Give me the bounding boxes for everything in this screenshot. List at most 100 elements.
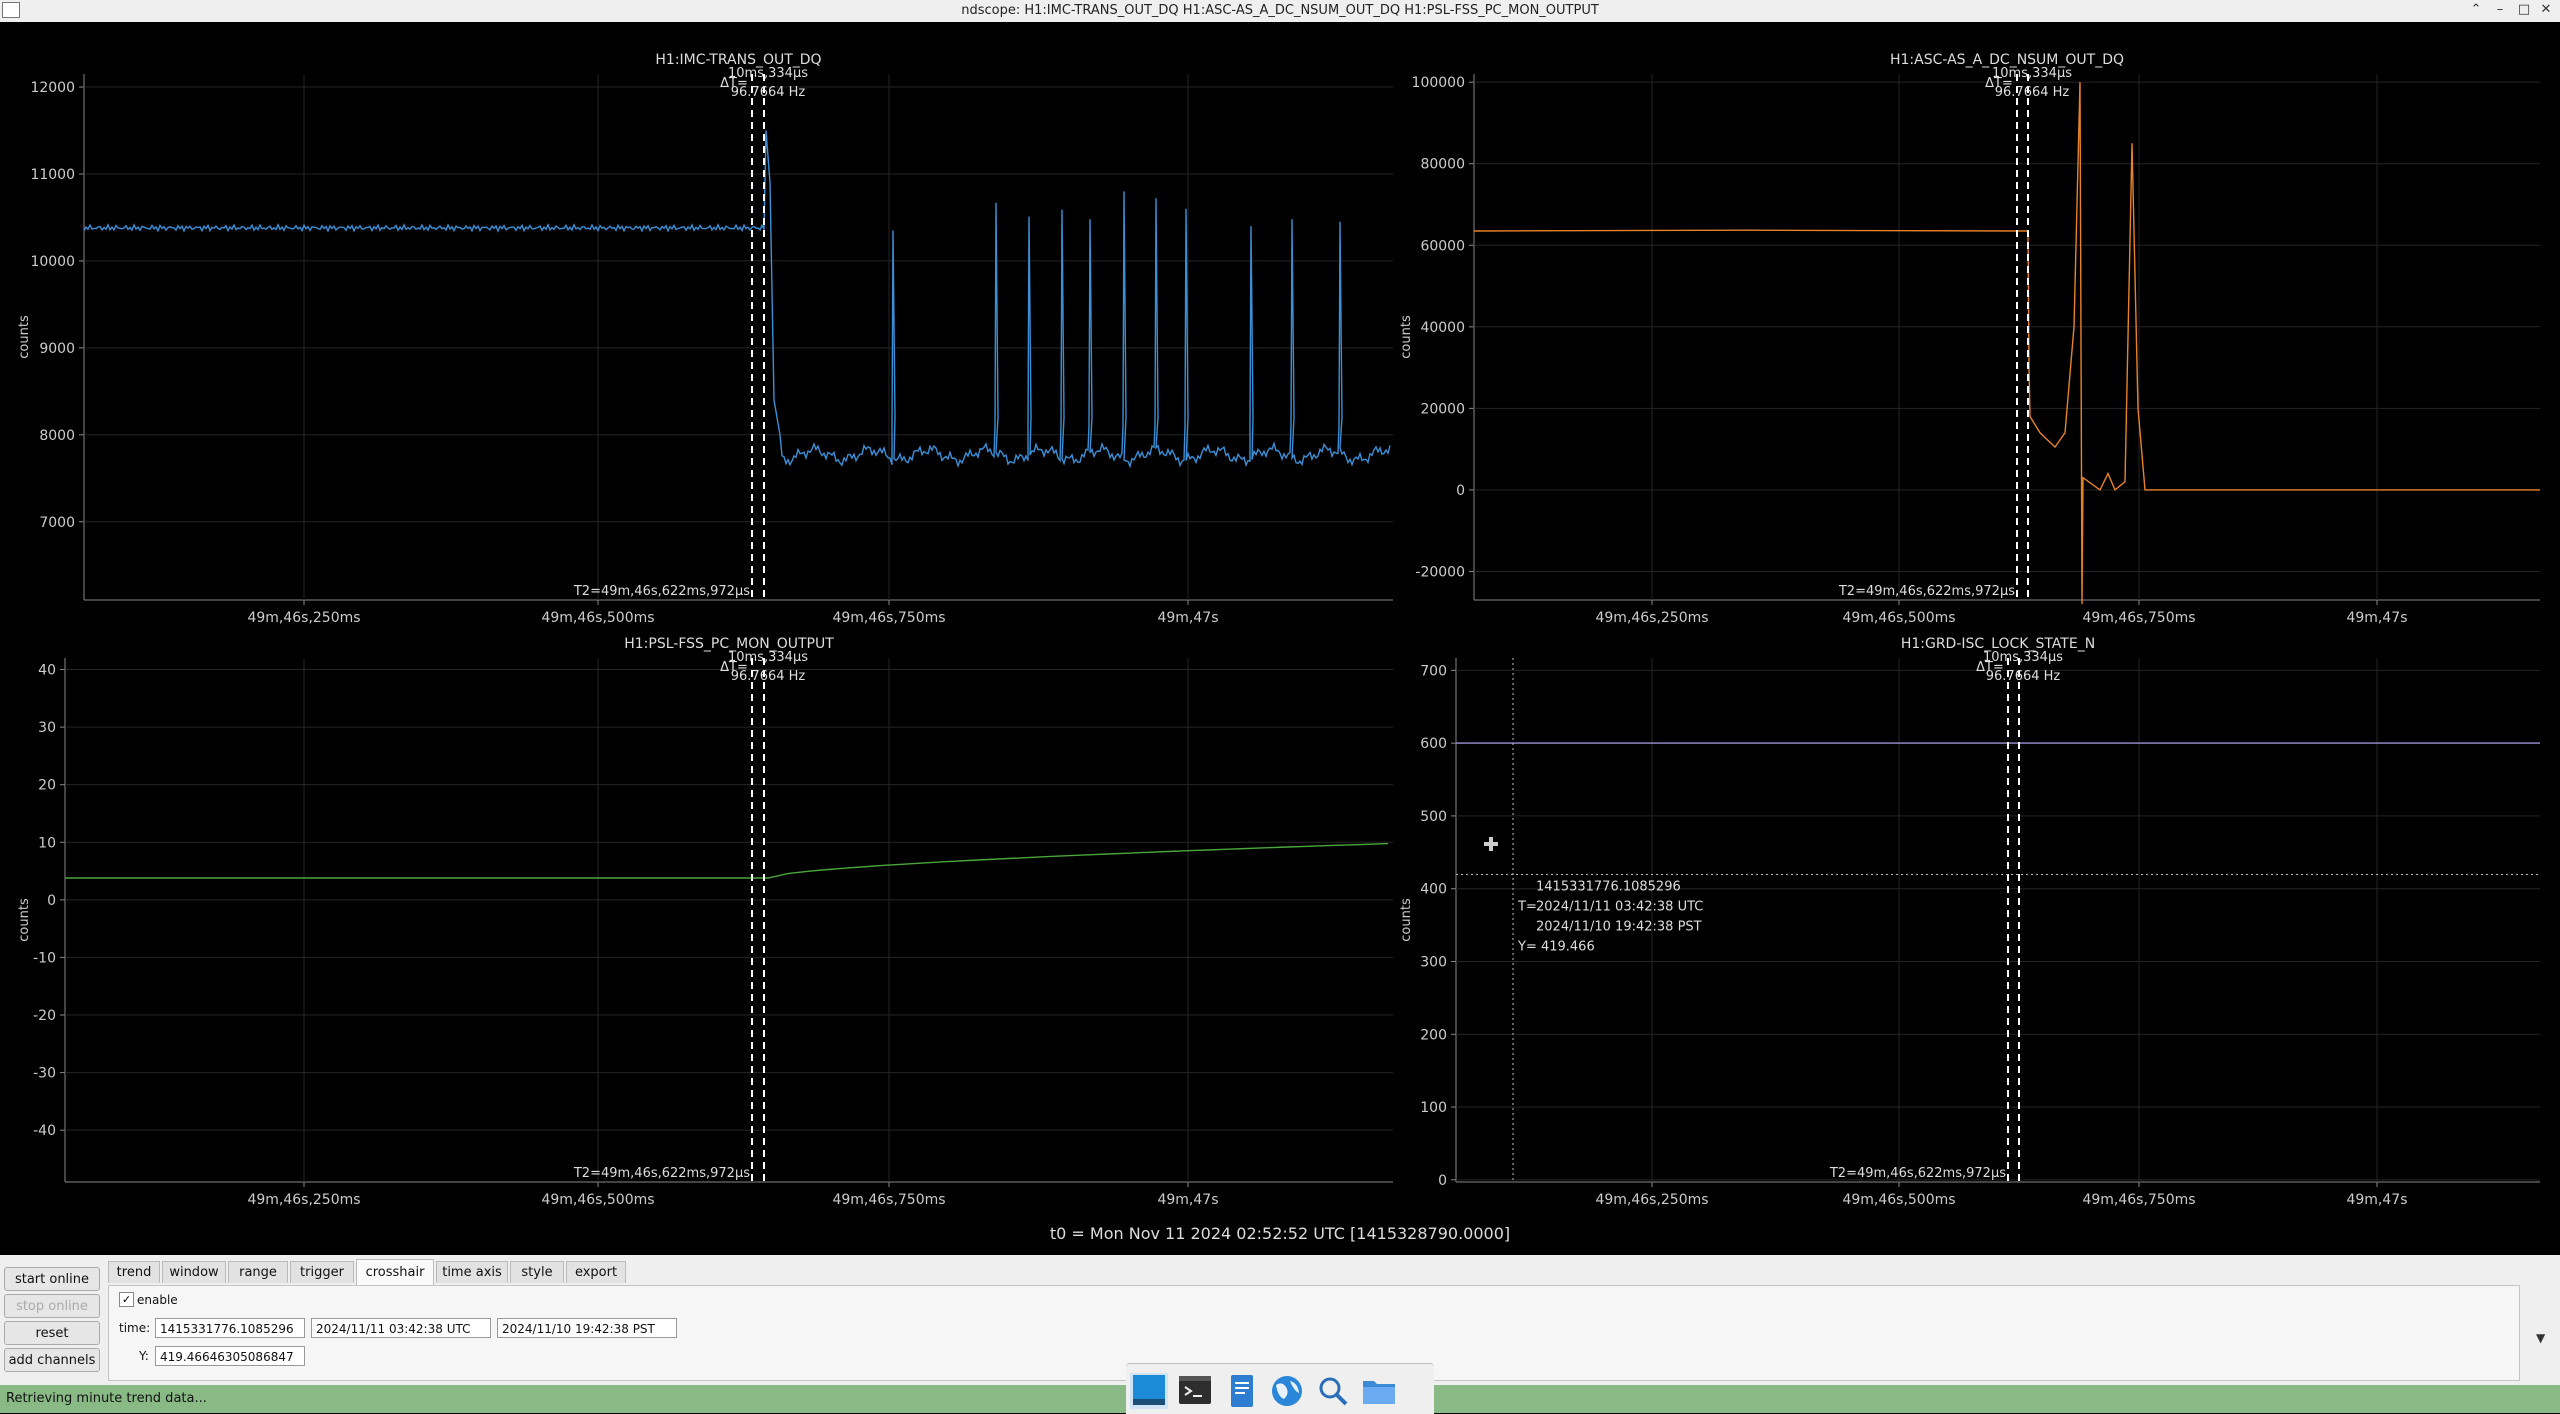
tab-trigger[interactable]: trigger: [290, 1261, 354, 1283]
time-label: time:: [119, 1321, 151, 1335]
y-tick-label: 80000: [1420, 157, 1465, 173]
time-pst-field[interactable]: 2024/11/10 19:42:38 PST: [497, 1318, 677, 1338]
tab-range[interactable]: range: [228, 1261, 288, 1283]
t2-label: T2=49m,46s,622ms,972μs: [573, 584, 750, 599]
x-tick-label: 49m,46s,250ms: [1595, 1192, 1708, 1208]
y-value-field[interactable]: 419.46646305086847: [155, 1346, 305, 1366]
t2-label: T2=49m,46s,622ms,972μs: [1829, 1166, 2006, 1181]
x-tick-label: 49m,47s: [2346, 1192, 2407, 1208]
trace-line: [1473, 82, 2540, 605]
y-axis-label: counts: [1399, 315, 1414, 359]
collapse-arrow-icon[interactable]: ▼: [2536, 1331, 2545, 1345]
y-tick-label: 12000: [30, 80, 75, 96]
status-text: Retrieving minute trend data...: [6, 1391, 207, 1406]
tab-style[interactable]: style: [510, 1261, 564, 1283]
x-tick-label: 49m,46s,250ms: [247, 610, 360, 626]
y-axis-label: counts: [1399, 898, 1414, 942]
window-titlebar: ndscope: H1:IMC-TRANS_OUT_DQ H1:ASC-AS_A…: [0, 0, 2560, 23]
delta-t-value: 10ms,334μs: [728, 650, 808, 665]
plots-canvas[interactable]: 70008000900010000110001200049m,46s,250ms…: [0, 22, 2560, 1255]
y-tick-label: 11000: [30, 167, 75, 183]
delta-t-value: 10ms,334μs: [1992, 66, 2072, 81]
delta-t-frequency: 96.7664 Hz: [731, 669, 806, 684]
y-tick-label: 9000: [39, 341, 75, 357]
y-tick-label: 30: [38, 720, 56, 736]
delta-t-value: 10ms,334μs: [728, 66, 808, 81]
start-online-button[interactable]: start online: [4, 1267, 100, 1291]
enable-checkbox[interactable]: ✓: [119, 1292, 134, 1307]
y-tick-label: 10000: [30, 254, 75, 270]
x-tick-label: 49m,46s,750ms: [2082, 610, 2195, 626]
y-tick-label: 400: [1420, 882, 1447, 898]
crosshair-pst: 2024/11/10 19:42:38 PST: [1536, 920, 1702, 935]
x-tick-label: 49m,46s,750ms: [832, 610, 945, 626]
plot-2: -20000 0 20000 40000 60000 80000 100000 49m,46s…: [1399, 52, 2540, 626]
y-tick-label: 20: [38, 778, 56, 794]
time-gps-field[interactable]: 1415331776.1085296: [155, 1318, 305, 1338]
y-tick-label: 20000: [1420, 401, 1465, 417]
delta-t-frequency: 96.7664 Hz: [731, 85, 806, 100]
y-tick-label: 0: [1438, 1173, 1447, 1189]
terminal-icon[interactable]: [1176, 1373, 1214, 1409]
plot-4: 0 100 200 300 400 500 600 700 49m,46s,250ms 49m,4…: [1399, 636, 2540, 1208]
y-tick-label: 10: [38, 835, 56, 851]
minimize-button[interactable]: –: [2492, 2, 2508, 18]
x-tick-label: 49m,46s,750ms: [832, 1192, 945, 1208]
trace-line: [83, 130, 1391, 469]
y-tick-label: 600: [1420, 736, 1447, 752]
y-tick-label: 100: [1420, 1100, 1447, 1116]
enable-label: enable: [137, 1293, 178, 1307]
y-label: Y:: [139, 1349, 149, 1363]
y-tick-label: 7000: [39, 515, 75, 531]
t0-label: t0 = Mon Nov 11 2024 02:52:52 UTC [14153…: [1049, 1224, 1511, 1243]
tab-window[interactable]: window: [162, 1261, 226, 1283]
y-tick-label: -30: [33, 1066, 56, 1082]
web-browser-icon[interactable]: [1268, 1373, 1306, 1409]
y-axis-label: counts: [17, 898, 32, 942]
y-tick-label: -20: [33, 1008, 56, 1024]
maximize-button[interactable]: □: [2516, 2, 2532, 18]
y-axis-label: counts: [17, 315, 32, 359]
file-manager-icon[interactable]: [1360, 1373, 1398, 1409]
crosshair-t-label: T=: [1517, 900, 1537, 915]
crosshair-utc: 2024/11/11 03:42:38 UTC: [1536, 900, 1703, 915]
tab-time-axis[interactable]: time axis: [436, 1261, 508, 1283]
add-channels-button[interactable]: add channels: [4, 1348, 100, 1372]
tab-export[interactable]: export: [566, 1261, 626, 1283]
x-tick-label: 49m,46s,250ms: [1595, 610, 1708, 626]
trace-line: [65, 842, 1389, 879]
plot-area[interactable]: 7000 8000 9000 10000 11000 12000 49m,46s,250ms…: [0, 22, 2560, 1255]
close-button[interactable]: ✕: [2538, 2, 2554, 18]
t2-label: T2=49m,46s,622ms,972μs: [573, 1166, 750, 1181]
y-tick-label: 60000: [1420, 238, 1465, 254]
y-tick-label: -20000: [1415, 564, 1465, 580]
crosshair-y-value: Y= 419.466: [1517, 940, 1595, 955]
y-tick-label: -10: [33, 950, 56, 966]
x-tick-label: 49m,47s: [1157, 1192, 1218, 1208]
y-tick-label: 200: [1420, 1027, 1447, 1043]
y-tick-label: -40: [33, 1123, 56, 1139]
tab-trend[interactable]: trend: [108, 1261, 160, 1283]
x-tick-label: 49m,47s: [1157, 610, 1218, 626]
x-tick-label: 49m,46s,250ms: [247, 1192, 360, 1208]
delta-t-value: 10ms,334μs: [1983, 650, 2063, 665]
restore-icon[interactable]: ⌃: [2468, 2, 2484, 18]
x-tick-label: 49m,46s,500ms: [1842, 610, 1955, 626]
stop-online-button[interactable]: stop online: [4, 1294, 100, 1318]
time-utc-field[interactable]: 2024/11/11 03:42:38 UTC: [311, 1318, 491, 1338]
y-tick-label: 40000: [1420, 320, 1465, 336]
reset-button[interactable]: reset: [4, 1321, 100, 1345]
window-title: ndscope: H1:IMC-TRANS_OUT_DQ H1:ASC-AS_A…: [961, 3, 1599, 18]
tab-crosshair[interactable]: crosshair: [356, 1259, 434, 1285]
text-editor-icon[interactable]: [1222, 1373, 1260, 1409]
search-icon[interactable]: [1314, 1373, 1352, 1409]
y-tick-label: 0: [47, 893, 56, 909]
desktop-icon[interactable]: [1130, 1373, 1168, 1409]
delta-t-frequency: 96.7664 Hz: [1986, 669, 2061, 684]
t2-label: T2=49m,46s,622ms,972μs: [1838, 584, 2015, 599]
x-tick-label: 49m,46s,750ms: [2082, 1192, 2195, 1208]
y-tick-label: 0: [1456, 483, 1465, 499]
x-tick-label: 49m,46s,500ms: [541, 610, 654, 626]
plot-3: -40 -30 -20 -10 0 10 20 30 40 49m,46s,250ms 49m,46…: [17, 636, 1393, 1208]
y-tick-label: 700: [1420, 663, 1447, 679]
